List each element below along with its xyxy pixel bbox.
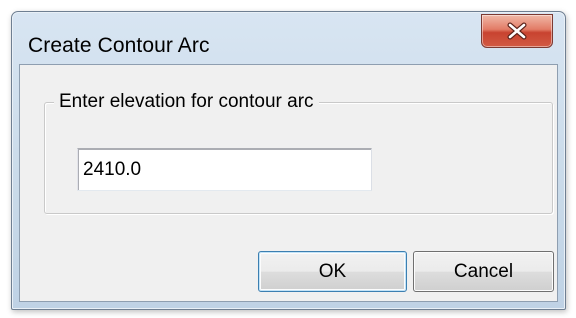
window-title: Create Contour Arc bbox=[28, 34, 210, 57]
cancel-button[interactable]: Cancel bbox=[413, 251, 554, 292]
close-icon bbox=[482, 15, 552, 47]
groupbox-label: Enter elevation for contour arc bbox=[54, 91, 319, 113]
title-bar[interactable]: Create Contour Arc bbox=[12, 12, 565, 63]
ok-button[interactable]: OK bbox=[258, 251, 407, 292]
dialog-body: Enter elevation for contour arc OK Cance… bbox=[19, 64, 558, 302]
dialog-window: Create Contour Arc Enter elevation for c… bbox=[11, 11, 566, 310]
elevation-input[interactable] bbox=[77, 148, 372, 191]
close-button[interactable] bbox=[481, 14, 553, 48]
